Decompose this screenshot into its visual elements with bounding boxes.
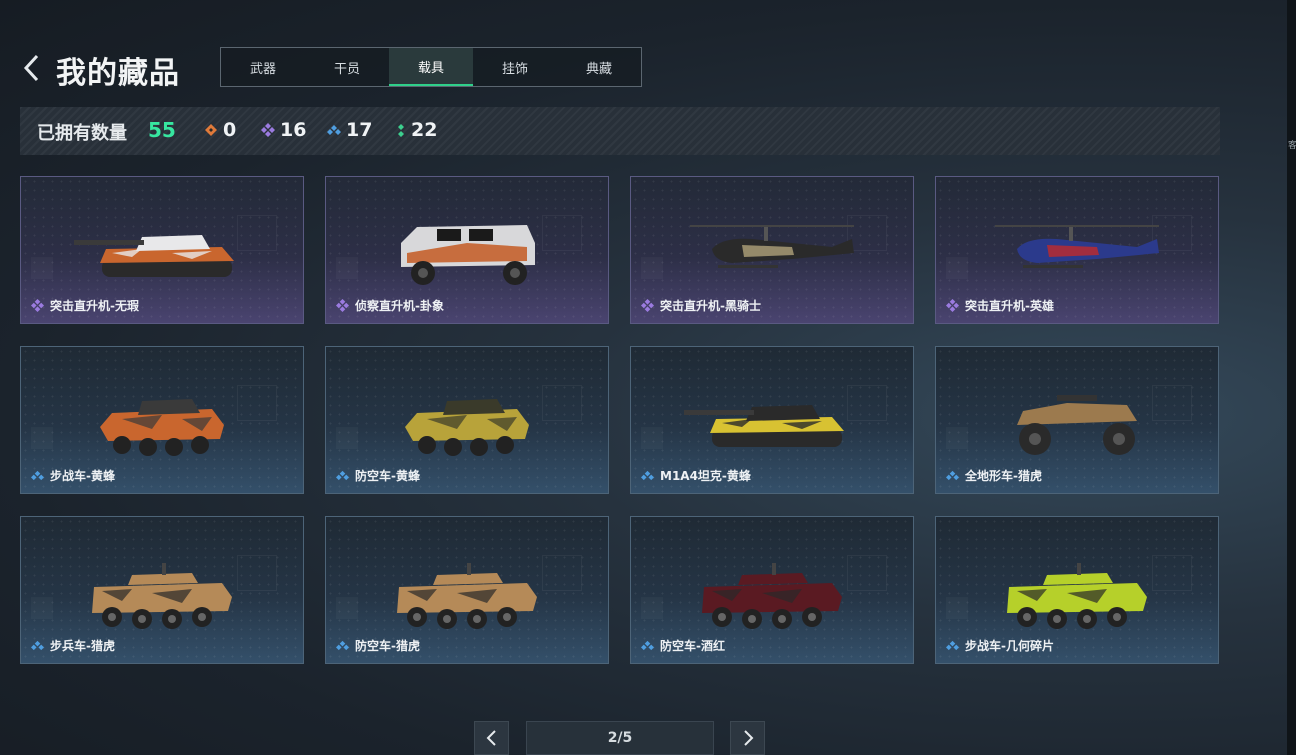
vehicle-name: 突击直升机-英雄 <box>946 297 1054 314</box>
vehicle-image <box>100 399 224 456</box>
tab-operators[interactable]: 干员 <box>305 48 389 86</box>
edge-glyph: 客 <box>1288 141 1296 151</box>
blue-diamond-icon <box>327 125 341 135</box>
vehicle-name-text: 步兵车-猎虎 <box>50 639 115 653</box>
vehicle-card[interactable]: 突击直升机-无瑕 <box>20 176 304 324</box>
back-button[interactable] <box>20 52 46 84</box>
vehicle-name: 步兵车-猎虎 <box>31 637 115 654</box>
blue-diamond-icon <box>336 640 349 651</box>
vehicle-name: 防空车-黄蜂 <box>336 467 420 484</box>
vehicle-card[interactable]: 防空车-酒红 <box>630 516 914 664</box>
vehicle-name: 全地形车-猎虎 <box>946 467 1042 484</box>
vehicle-name-text: 防空车-黄蜂 <box>355 469 420 483</box>
vehicle-name: 防空车-猎虎 <box>336 637 420 654</box>
vehicle-image <box>684 405 844 447</box>
page-indicator: 2/5 <box>526 721 714 755</box>
category-tabs: 武器 干员 载具 挂饰 典藏 <box>220 47 642 87</box>
owned-label: 已拥有数量 <box>37 123 127 144</box>
vehicle-name: 步战车-黄蜂 <box>31 467 115 484</box>
vehicle-name: 步战车-几何碎片 <box>946 637 1054 654</box>
purple-diamond-icon <box>641 299 654 312</box>
purple-diamond-icon <box>31 299 44 312</box>
vehicle-name: 突击直升机-无瑕 <box>31 297 139 314</box>
tab-charms[interactable]: 挂饰 <box>473 48 557 86</box>
vehicle-image <box>702 563 842 629</box>
vehicle-name-text: M1A4坦克-黄蜂 <box>660 469 751 483</box>
vehicle-name-text: 突击直升机-英雄 <box>965 299 1054 313</box>
vehicle-image <box>401 225 535 285</box>
tab-vehicles[interactable]: 载具 <box>389 48 473 86</box>
blue-diamond-icon <box>31 640 44 651</box>
rarity-count-value: 17 <box>346 119 373 141</box>
blue-diamond-icon <box>336 470 349 481</box>
purple-diamond-icon <box>336 299 349 312</box>
chevron-right-icon <box>743 730 753 746</box>
vehicle-name: M1A4坦克-黄蜂 <box>641 467 751 484</box>
vehicle-name-text: 防空车-酒红 <box>660 639 725 653</box>
owned-stats-bar: 已拥有数量 55 0 16 17 22 <box>20 107 1220 155</box>
vehicle-image <box>995 225 1159 268</box>
rarity-count-orange: 0 <box>204 119 236 141</box>
vehicle-card[interactable]: 步兵车-猎虎 <box>20 516 304 664</box>
blue-diamond-icon <box>946 470 959 481</box>
page-title: 我的藏品 <box>56 56 180 91</box>
vehicle-card[interactable]: 防空车-黄蜂 <box>325 346 609 494</box>
blue-diamond-icon <box>946 640 959 651</box>
chevron-left-icon <box>486 730 496 746</box>
vehicle-card[interactable]: 步战车-黄蜂 <box>20 346 304 494</box>
vehicle-name: 防空车-酒红 <box>641 637 725 654</box>
rarity-count-purple: 16 <box>261 119 306 141</box>
vehicle-card[interactable]: 突击直升机-英雄 <box>935 176 1219 324</box>
rarity-count-value: 16 <box>280 119 307 141</box>
next-page-button[interactable] <box>730 721 765 755</box>
vehicle-name: 突击直升机-黑骑士 <box>641 297 761 314</box>
owned-total: 55 <box>148 118 176 142</box>
chevron-left-icon <box>23 54 39 82</box>
vehicle-name-text: 全地形车-猎虎 <box>965 469 1042 483</box>
window-edge: 客 <box>1287 0 1296 755</box>
vehicle-card[interactable]: 全地形车-猎虎 <box>935 346 1219 494</box>
vehicle-name-text: 突击直升机-黑骑士 <box>660 299 761 313</box>
vehicle-image <box>74 235 234 277</box>
vehicle-name-text: 防空车-猎虎 <box>355 639 420 653</box>
vehicle-name-text: 侦察直升机-卦象 <box>355 299 444 313</box>
rarity-count-blue: 17 <box>327 119 372 141</box>
vehicle-image <box>405 399 529 456</box>
vehicle-name-text: 突击直升机-无瑕 <box>50 299 139 313</box>
prev-page-button[interactable] <box>474 721 509 755</box>
rarity-count-value: 0 <box>223 119 237 141</box>
blue-diamond-icon <box>641 470 654 481</box>
green-dots-icon <box>398 124 404 137</box>
blue-diamond-icon <box>31 470 44 481</box>
vehicle-name: 侦察直升机-卦象 <box>336 297 444 314</box>
vehicle-name-text: 步战车-黄蜂 <box>50 469 115 483</box>
tab-collection[interactable]: 典藏 <box>557 48 641 86</box>
rarity-count-value: 22 <box>411 119 438 141</box>
vehicle-image <box>92 563 232 629</box>
vehicle-image <box>1007 563 1147 629</box>
purple-diamond-icon <box>946 299 959 312</box>
vehicle-image <box>1017 395 1137 455</box>
rarity-count-green: 22 <box>396 119 437 141</box>
purple-diamond-icon <box>261 123 275 137</box>
vehicle-card[interactable]: M1A4坦克-黄蜂 <box>630 346 914 494</box>
vehicle-card[interactable]: 步战车-几何碎片 <box>935 516 1219 664</box>
vehicle-name-text: 步战车-几何碎片 <box>965 639 1054 653</box>
vehicle-card[interactable]: 防空车-猎虎 <box>325 516 609 664</box>
orange-diamond-icon <box>205 124 217 136</box>
vehicle-card[interactable]: 突击直升机-黑骑士 <box>630 176 914 324</box>
blue-diamond-icon <box>641 640 654 651</box>
vehicle-image <box>397 563 537 629</box>
vehicle-card[interactable]: 侦察直升机-卦象 <box>325 176 609 324</box>
vehicle-image <box>690 225 854 268</box>
tab-weapons[interactable]: 武器 <box>221 48 305 86</box>
